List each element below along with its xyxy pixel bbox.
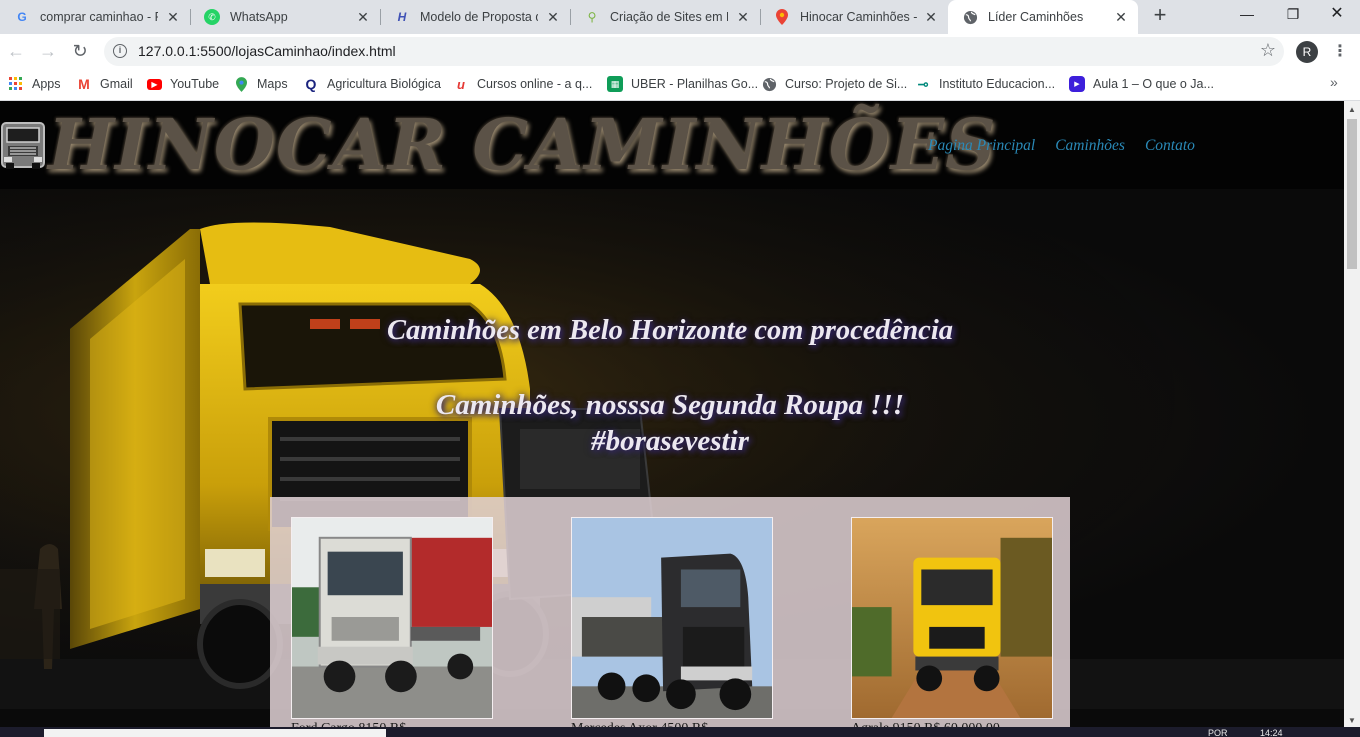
tab-strip: G comprar caminhao - Pe ✕ ✆ WhatsApp ✕ H… <box>0 0 1360 34</box>
bookmark-label: YouTube <box>170 77 220 91</box>
link-icon: ⊸ <box>917 75 929 92</box>
scroll-up-arrow-icon[interactable]: ▲ <box>1348 105 1356 114</box>
bookmark-label: Gmail <box>100 77 133 91</box>
site-header: HINOCAR CAMINHÕES Pagina Principal Camin… <box>0 101 1344 189</box>
video-icon: ▶ <box>1069 76 1085 92</box>
bookmark-label: Instituto Educacion... <box>939 77 1056 91</box>
bookmark-instituto[interactable]: ⊸ Instituto Educacion... <box>915 75 1055 93</box>
info-icon[interactable]: i <box>113 44 127 58</box>
page-scrollbar[interactable]: ▲ ▼ <box>1344 101 1360 727</box>
tab-comprar-caminhao[interactable]: G comprar caminhao - Pe ✕ <box>0 0 190 34</box>
globe-icon <box>962 9 978 25</box>
close-icon[interactable]: ✕ <box>922 8 940 26</box>
bookmark-maps[interactable]: Maps <box>233 75 288 93</box>
scroll-down-arrow-icon[interactable]: ▼ <box>1348 716 1356 725</box>
browser-toolbar: ← → ↻ i 127.0.0.1:5500/lojasCaminhao/ind… <box>0 34 1360 68</box>
apps-grid-icon <box>8 76 24 92</box>
forward-button[interactable]: → <box>36 39 60 63</box>
back-button[interactable]: ← <box>4 39 28 63</box>
tab-title: Líder Caminhões <box>988 10 1084 24</box>
hero-slogan: Caminhões, nosssa Segunda Roupa !!! <box>435 389 905 421</box>
close-icon[interactable]: ✕ <box>544 8 562 26</box>
product-image-ford-cargo[interactable] <box>291 517 493 719</box>
product-image-agrale[interactable] <box>851 517 1053 719</box>
tab-title: Criação de Sites em Blu <box>610 10 728 24</box>
address-bar[interactable]: i 127.0.0.1:5500/lojasCaminhao/index.htm… <box>104 37 1284 66</box>
tab-hinocar-maps[interactable]: Hinocar Caminhões - G ✕ <box>760 0 948 34</box>
bookmark-cursos-online[interactable]: u Cursos online - a q... <box>453 75 592 93</box>
tab-title: Hinocar Caminhões - G <box>800 10 918 24</box>
brand-title[interactable]: HINOCAR CAMINHÕES <box>48 103 997 186</box>
bookmark-label: UBER - Planilhas Go... <box>631 77 759 91</box>
map-pin-icon: ⚲ <box>587 10 597 24</box>
whatsapp-icon: ✆ <box>204 9 220 25</box>
tab-whatsapp[interactable]: ✆ WhatsApp ✕ <box>190 0 380 34</box>
bookmark-label: Agricultura Biológica <box>327 77 441 91</box>
minimize-button[interactable]: — <box>1224 0 1270 30</box>
new-tab-button[interactable]: + <box>1148 4 1172 28</box>
bookmark-label: Apps <box>32 77 61 91</box>
scrollbar-thumb[interactable] <box>1347 119 1357 269</box>
bookmark-aula-1[interactable]: ▶ Aula 1 – O que o Ja... <box>1069 75 1214 93</box>
close-icon[interactable]: ✕ <box>734 8 752 26</box>
hero-hashtag: #borasevestir <box>591 425 749 457</box>
bookmark-label: Aula 1 – O que o Ja... <box>1093 77 1214 91</box>
close-window-button[interactable]: ✕ <box>1314 0 1360 30</box>
product-image-mercedes-axor[interactable] <box>571 517 773 719</box>
close-icon[interactable]: ✕ <box>1112 8 1130 26</box>
bookmark-label: Cursos online - a q... <box>477 77 593 91</box>
globe-icon <box>761 76 777 92</box>
bookmark-agricultura[interactable]: Q Agricultura Biológica <box>303 75 441 93</box>
reload-button[interactable]: ↻ <box>68 39 92 63</box>
nav-link-pagina-principal[interactable]: Pagina Principal <box>928 137 1035 155</box>
restore-button[interactable]: ❐ <box>1270 0 1316 30</box>
hostinger-icon: H <box>397 10 407 24</box>
profile-avatar[interactable]: R <box>1296 41 1318 63</box>
tab-title: Modelo de Proposta de <box>420 10 538 24</box>
truck-logo-icon <box>1 122 45 169</box>
language-indicator[interactable]: POR <box>1208 729 1228 737</box>
bookmark-apps[interactable]: Apps <box>8 75 61 93</box>
products-section: Ford Cargo 8150 R$ ... Mercedes Axor 450… <box>270 497 1070 737</box>
gmail-icon: M <box>78 76 90 92</box>
windows-taskbar: POR 14:24 <box>0 727 1360 737</box>
tab-title: comprar caminhao - Pe <box>40 10 158 24</box>
bookmark-star-icon[interactable]: ☆ <box>1260 40 1276 61</box>
google-icon: G <box>17 10 27 24</box>
product-card[interactable]: Mercedes Axor 4500 R$ ... <box>571 517 773 737</box>
sheets-icon: ▦ <box>607 76 623 92</box>
maps-icon <box>233 76 249 92</box>
tab-modelo-proposta[interactable]: H Modelo de Proposta de ✕ <box>380 0 570 34</box>
more-menu-icon[interactable]: ⋮ <box>1332 40 1348 64</box>
udemy-icon: u <box>457 76 465 92</box>
close-icon[interactable]: ✕ <box>164 8 182 26</box>
site-nav: Pagina Principal Caminhões Contato <box>928 137 1195 155</box>
q-icon: Q <box>305 76 317 92</box>
bookmark-gmail[interactable]: M Gmail <box>76 75 133 93</box>
tab-title: WhatsApp <box>230 10 288 24</box>
tab-lider-caminhoes[interactable]: Líder Caminhões ✕ <box>948 0 1138 34</box>
bookmark-uber-planilhas[interactable]: ▦ UBER - Planilhas Go... <box>607 75 758 93</box>
bookmark-youtube[interactable]: ▶ YouTube <box>147 75 219 93</box>
page-viewport: HINOCAR CAMINHÕES Pagina Principal Camin… <box>0 101 1344 737</box>
url-text[interactable]: 127.0.0.1:5500/lojasCaminhao/index.html <box>138 43 396 59</box>
tab-criacao-sites[interactable]: ⚲ Criação de Sites em Blu ✕ <box>570 0 760 34</box>
clock[interactable]: 14:24 <box>1260 729 1283 737</box>
nav-link-contato[interactable]: Contato <box>1145 137 1195 155</box>
bookmark-curso-projeto[interactable]: Curso: Projeto de Si... <box>761 75 907 93</box>
google-maps-icon <box>774 9 790 25</box>
close-icon[interactable]: ✕ <box>354 8 372 26</box>
bookmark-label: Maps <box>257 77 288 91</box>
chevron-double-right-icon[interactable]: » <box>1330 74 1338 90</box>
product-card[interactable]: Ford Cargo 8150 R$ ... <box>291 517 493 737</box>
hero-headline: Caminhões em Belo Horizonte com procedên… <box>386 315 954 346</box>
bookmarks-bar: Apps M Gmail ▶ YouTube Maps Q Agricultur… <box>0 68 1360 101</box>
nav-link-caminhoes[interactable]: Caminhões <box>1055 137 1125 155</box>
taskbar-search-box[interactable] <box>44 729 386 737</box>
youtube-icon: ▶ <box>147 78 162 90</box>
bookmark-label: Curso: Projeto de Si... <box>785 77 908 91</box>
product-card[interactable]: Agrale 9150 R$ 60.000,00 <box>851 517 1053 737</box>
